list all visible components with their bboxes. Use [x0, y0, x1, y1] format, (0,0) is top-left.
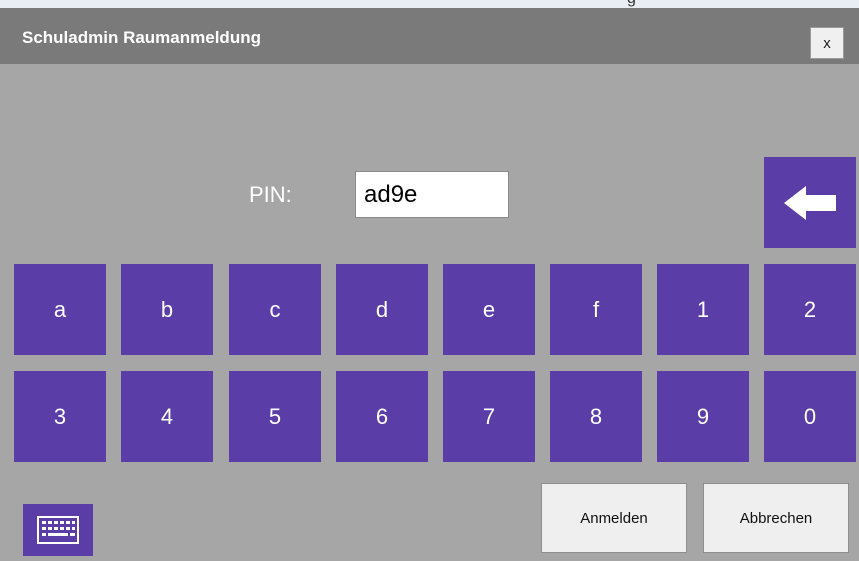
key-9[interactable]: 9	[657, 371, 749, 462]
backspace-button[interactable]	[764, 157, 856, 248]
key-2[interactable]: 2	[764, 264, 856, 355]
key-f[interactable]: f	[550, 264, 642, 355]
window-title: Schuladmin Raumanmeldung	[22, 28, 261, 47]
arrow-left-icon	[784, 185, 836, 220]
close-button[interactable]: x	[810, 27, 844, 59]
keyboard-icon	[37, 516, 79, 544]
key-e[interactable]: e	[443, 264, 535, 355]
key-d[interactable]: d	[336, 264, 428, 355]
login-button[interactable]: Anmelden	[541, 483, 687, 553]
pin-label: PIN:	[249, 182, 292, 207]
key-5[interactable]: 5	[229, 371, 321, 462]
title-bar: Schuladmin Raumanmeldung x	[0, 8, 859, 64]
keyboard-toggle-button[interactable]	[23, 504, 93, 556]
key-1[interactable]: 1	[657, 264, 749, 355]
key-c[interactable]: c	[229, 264, 321, 355]
key-4[interactable]: 4	[121, 371, 213, 462]
key-a[interactable]: a	[14, 264, 106, 355]
pin-input[interactable]	[355, 171, 509, 218]
key-0[interactable]: 0	[764, 371, 856, 462]
top-text-fragment: g	[627, 0, 636, 7]
key-3[interactable]: 3	[14, 371, 106, 462]
login-dialog: g Schuladmin Raumanmeldung x PIN: a b c …	[0, 0, 859, 561]
top-strip: g	[0, 0, 859, 8]
key-6[interactable]: 6	[336, 371, 428, 462]
key-8[interactable]: 8	[550, 371, 642, 462]
key-7[interactable]: 7	[443, 371, 535, 462]
key-b[interactable]: b	[121, 264, 213, 355]
cancel-button[interactable]: Abbrechen	[703, 483, 849, 553]
